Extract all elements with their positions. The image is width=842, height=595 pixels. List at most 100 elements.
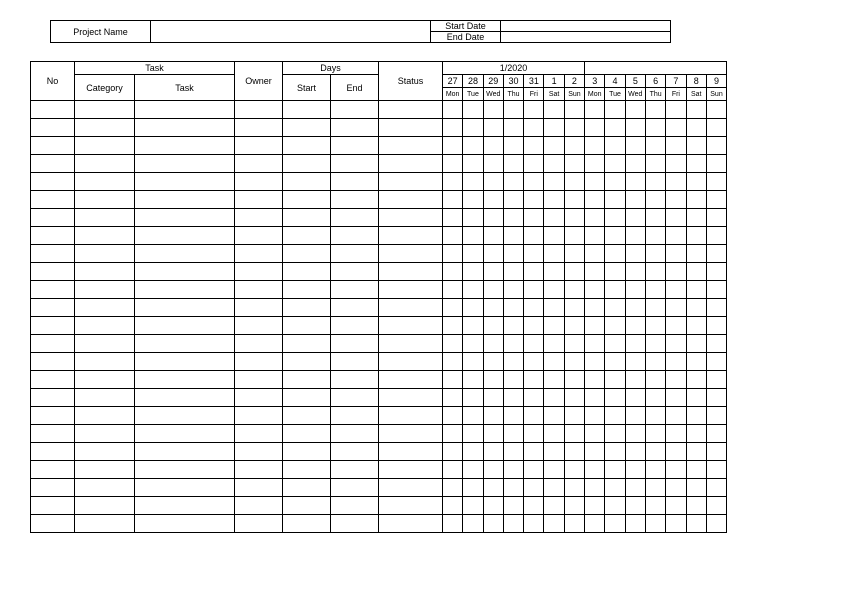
cell[interactable] [283,191,331,209]
gantt-cell[interactable] [585,227,605,245]
gantt-cell[interactable] [503,101,523,119]
gantt-cell[interactable] [564,209,584,227]
cell[interactable] [283,101,331,119]
gantt-cell[interactable] [463,299,483,317]
gantt-cell[interactable] [645,443,665,461]
cell[interactable] [331,281,379,299]
gantt-cell[interactable] [585,479,605,497]
gantt-cell[interactable] [524,227,544,245]
cell[interactable] [379,407,443,425]
gantt-cell[interactable] [605,389,625,407]
gantt-cell[interactable] [686,371,706,389]
gantt-cell[interactable] [483,389,503,407]
gantt-cell[interactable] [686,137,706,155]
project-name-value[interactable] [151,21,431,43]
cell[interactable] [283,407,331,425]
gantt-cell[interactable] [706,101,726,119]
gantt-cell[interactable] [625,515,645,533]
gantt-cell[interactable] [564,245,584,263]
gantt-cell[interactable] [706,515,726,533]
gantt-cell[interactable] [645,119,665,137]
cell[interactable] [31,425,75,443]
cell[interactable] [283,371,331,389]
gantt-cell[interactable] [524,263,544,281]
cell[interactable] [75,425,135,443]
cell[interactable] [379,497,443,515]
cell[interactable] [283,173,331,191]
cell[interactable] [31,407,75,425]
cell[interactable] [379,353,443,371]
gantt-cell[interactable] [483,515,503,533]
gantt-cell[interactable] [625,173,645,191]
cell[interactable] [283,515,331,533]
gantt-cell[interactable] [605,443,625,461]
gantt-cell[interactable] [443,515,463,533]
gantt-cell[interactable] [564,191,584,209]
gantt-cell[interactable] [625,263,645,281]
gantt-cell[interactable] [544,173,564,191]
gantt-cell[interactable] [706,425,726,443]
gantt-cell[interactable] [585,299,605,317]
gantt-cell[interactable] [483,101,503,119]
gantt-cell[interactable] [625,317,645,335]
gantt-cell[interactable] [443,155,463,173]
cell[interactable] [75,497,135,515]
cell[interactable] [379,425,443,443]
cell[interactable] [75,263,135,281]
cell[interactable] [135,209,235,227]
gantt-cell[interactable] [645,461,665,479]
gantt-cell[interactable] [443,407,463,425]
cell[interactable] [31,461,75,479]
gantt-cell[interactable] [605,335,625,353]
gantt-cell[interactable] [483,137,503,155]
gantt-cell[interactable] [706,335,726,353]
gantt-cell[interactable] [585,155,605,173]
gantt-cell[interactable] [443,209,463,227]
gantt-cell[interactable] [544,137,564,155]
gantt-cell[interactable] [503,299,523,317]
gantt-cell[interactable] [666,227,686,245]
cell[interactable] [379,299,443,317]
cell[interactable] [283,263,331,281]
gantt-cell[interactable] [686,515,706,533]
gantt-cell[interactable] [666,155,686,173]
cell[interactable] [31,317,75,335]
gantt-cell[interactable] [645,479,665,497]
gantt-cell[interactable] [645,245,665,263]
cell[interactable] [235,515,283,533]
gantt-cell[interactable] [686,443,706,461]
gantt-cell[interactable] [686,173,706,191]
gantt-cell[interactable] [463,353,483,371]
gantt-cell[interactable] [605,371,625,389]
cell[interactable] [235,155,283,173]
gantt-cell[interactable] [645,191,665,209]
cell[interactable] [75,119,135,137]
cell[interactable] [235,497,283,515]
gantt-cell[interactable] [605,173,625,191]
gantt-cell[interactable] [666,245,686,263]
cell[interactable] [31,227,75,245]
cell[interactable] [379,119,443,137]
gantt-cell[interactable] [625,389,645,407]
cell[interactable] [31,155,75,173]
gantt-cell[interactable] [463,173,483,191]
gantt-cell[interactable] [503,155,523,173]
gantt-cell[interactable] [524,407,544,425]
gantt-cell[interactable] [706,371,726,389]
gantt-cell[interactable] [524,389,544,407]
gantt-cell[interactable] [483,443,503,461]
gantt-cell[interactable] [666,209,686,227]
cell[interactable] [135,155,235,173]
gantt-cell[interactable] [524,515,544,533]
gantt-cell[interactable] [564,299,584,317]
gantt-cell[interactable] [443,497,463,515]
gantt-cell[interactable] [463,443,483,461]
gantt-cell[interactable] [645,173,665,191]
gantt-cell[interactable] [503,191,523,209]
gantt-cell[interactable] [524,155,544,173]
gantt-cell[interactable] [585,263,605,281]
gantt-cell[interactable] [605,281,625,299]
cell[interactable] [283,479,331,497]
gantt-cell[interactable] [483,461,503,479]
gantt-cell[interactable] [564,425,584,443]
